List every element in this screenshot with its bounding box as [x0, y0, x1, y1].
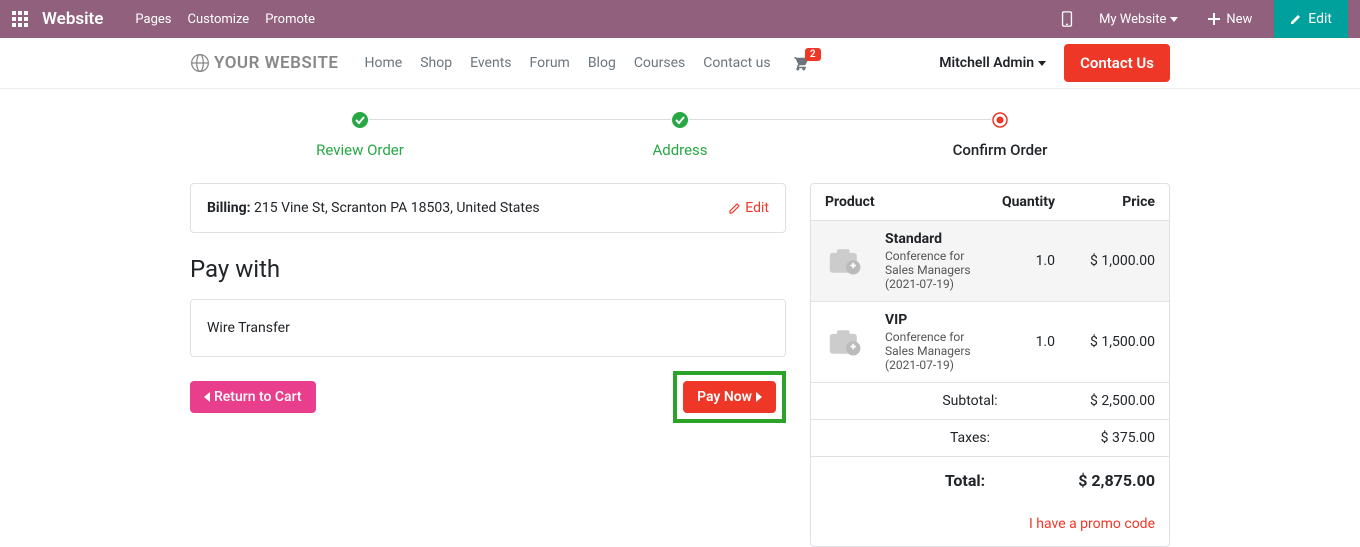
nav-shop[interactable]: Shop — [420, 55, 452, 71]
app-topbar: Website Pages Customize Promote My Websi… — [0, 0, 1360, 38]
step-confirm-order: Confirm Order — [840, 111, 1160, 159]
subtotal-value: $ 2,500.00 — [1055, 393, 1155, 409]
return-to-cart-label: Return to Cart — [214, 389, 302, 405]
chevron-right-icon — [756, 392, 762, 402]
nav-events[interactable]: Events — [470, 55, 511, 71]
payment-option-label: Wire Transfer — [207, 320, 290, 336]
product-price: $ 1,500.00 — [1055, 334, 1155, 350]
total-label: Total: — [825, 471, 1045, 490]
chevron-down-icon — [1170, 17, 1178, 22]
product-name: VIP — [885, 312, 985, 328]
summary-item: Standard Conference for Sales Managers (… — [811, 220, 1169, 301]
pay-now-highlight: Pay Now — [673, 371, 786, 423]
user-name: Mitchell Admin — [939, 55, 1034, 71]
product-image-placeholder-icon — [825, 246, 867, 276]
product-price: $ 1,000.00 — [1055, 253, 1155, 269]
taxes-row: Taxes: $ 375.00 — [811, 419, 1169, 456]
radio-current-icon — [991, 111, 1009, 129]
site-logo-text: YOUR WEBSITE — [214, 53, 339, 73]
chevron-down-icon — [1038, 61, 1046, 66]
order-summary: Product Quantity Price Standard Conferen… — [810, 183, 1170, 547]
billing-label: Billing: — [207, 200, 251, 216]
edit-button[interactable]: Edit — [1274, 0, 1348, 38]
nav-home[interactable]: Home — [365, 55, 403, 71]
app-brand[interactable]: Website — [42, 9, 103, 29]
apps-icon[interactable] — [12, 11, 28, 27]
nav-contact[interactable]: Contact us — [703, 55, 770, 71]
site-logo[interactable]: YOUR WEBSITE — [190, 53, 339, 73]
step-label: Address — [520, 141, 840, 159]
billing-text: Billing: 215 Vine St, Scranton PA 18503,… — [207, 200, 540, 216]
check-circle-icon — [671, 111, 689, 129]
step-label: Review Order — [200, 141, 520, 159]
taxes-label: Taxes: — [825, 430, 1055, 446]
subtotal-row: Subtotal: $ 2,500.00 — [811, 382, 1169, 419]
nav-courses[interactable]: Courses — [634, 55, 685, 71]
step-review-order[interactable]: Review Order — [200, 111, 520, 159]
pay-now-button[interactable]: Pay Now — [683, 381, 776, 413]
mobile-preview-icon[interactable] — [1053, 0, 1081, 38]
cart-link[interactable]: 2 — [791, 54, 809, 72]
new-button-label: New — [1226, 12, 1252, 27]
billing-address: 215 Vine St, Scranton PA 18503, United S… — [254, 200, 540, 216]
check-circle-icon — [351, 111, 369, 129]
cart-badge: 2 — [805, 48, 821, 61]
contact-us-button[interactable]: Contact Us — [1064, 44, 1170, 82]
nav-forum[interactable]: Forum — [530, 55, 570, 71]
nav-blog[interactable]: Blog — [588, 55, 616, 71]
payment-option-wire-transfer[interactable]: Wire Transfer — [190, 299, 786, 357]
summary-header-price: Price — [1055, 194, 1155, 210]
checkout-steps: Review Order Address Confirm Order — [190, 111, 1170, 159]
step-address[interactable]: Address — [520, 111, 840, 159]
top-menu-pages[interactable]: Pages — [135, 12, 171, 27]
billing-card: Billing: 215 Vine St, Scranton PA 18503,… — [190, 183, 786, 233]
promo-code-link[interactable]: I have a promo code — [811, 510, 1169, 546]
subtotal-label: Subtotal: — [825, 393, 1055, 409]
product-image-placeholder-icon — [825, 327, 867, 357]
return-to-cart-button[interactable]: Return to Cart — [190, 381, 316, 413]
summary-header-product: Product — [825, 194, 985, 210]
total-row: Total: $ 2,875.00 — [811, 456, 1169, 510]
total-value: $ 2,875.00 — [1045, 471, 1155, 490]
edit-button-label: Edit — [1308, 11, 1332, 27]
taxes-value: $ 375.00 — [1055, 430, 1155, 446]
product-desc: Conference for Sales Managers (2021-07-1… — [885, 249, 985, 291]
new-button[interactable]: New — [1196, 0, 1264, 38]
product-desc: Conference for Sales Managers (2021-07-1… — [885, 330, 985, 372]
product-qty: 1.0 — [985, 253, 1055, 269]
edit-billing-link[interactable]: Edit — [729, 200, 769, 216]
summary-item: VIP Conference for Sales Managers (2021-… — [811, 301, 1169, 382]
user-dropdown[interactable]: Mitchell Admin — [939, 55, 1046, 71]
website-selector-label: My Website — [1099, 12, 1166, 27]
product-name: Standard — [885, 231, 985, 247]
step-label: Confirm Order — [840, 141, 1160, 159]
product-qty: 1.0 — [985, 334, 1055, 350]
summary-header-qty: Quantity — [985, 194, 1055, 210]
edit-billing-label: Edit — [745, 200, 769, 216]
chevron-left-icon — [204, 392, 210, 402]
website-selector[interactable]: My Website — [1091, 0, 1186, 38]
top-menu-promote[interactable]: Promote — [265, 12, 315, 27]
pay-with-title: Pay with — [190, 255, 786, 283]
site-header: YOUR WEBSITE Home Shop Events Forum Blog… — [0, 38, 1360, 89]
top-menu-customize[interactable]: Customize — [188, 12, 250, 27]
pay-now-label: Pay Now — [697, 389, 752, 405]
